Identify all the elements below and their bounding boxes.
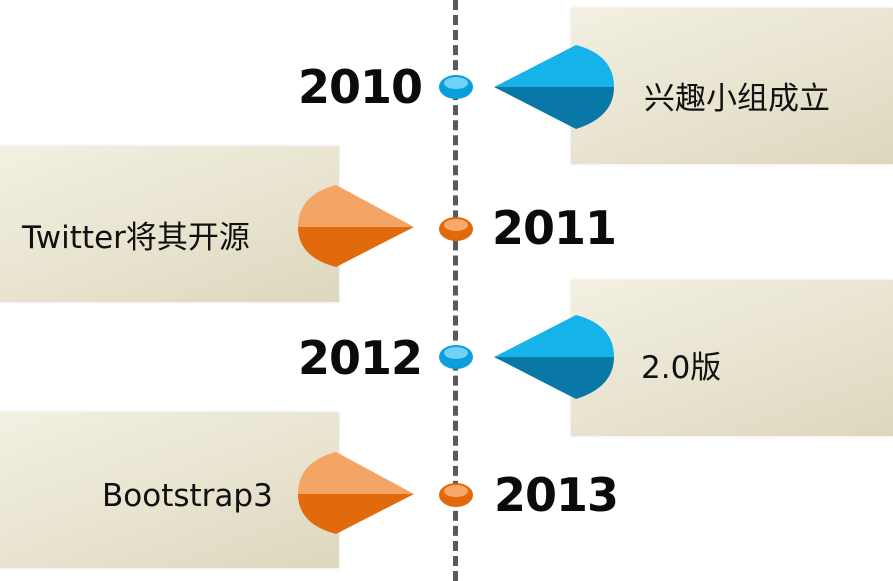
timeline-dot-2011 [439,217,473,241]
event-text-2013: Bootstrap3 [102,478,273,514]
year-label-2012: 2012 [298,331,423,385]
year-label-2013: 2013 [494,468,619,522]
pointer-shape-2011 [298,185,414,267]
pointer-shape-2012 [494,315,614,399]
year-label-2011: 2011 [492,201,617,255]
event-text-2010: 兴趣小组成立 [644,81,830,117]
timeline-dot-2012 [439,345,473,369]
event-text-2012: 2.0版 [641,350,722,386]
pointer-shape-2013 [298,452,414,534]
timeline-dot-2010 [439,75,473,99]
timeline-dot-2013 [439,483,473,507]
event-card-2012 [571,280,893,436]
year-label-2010: 2010 [298,60,423,114]
event-text-2011: Twitter将其开源 [22,220,250,256]
pointer-shape-2010 [494,45,614,129]
